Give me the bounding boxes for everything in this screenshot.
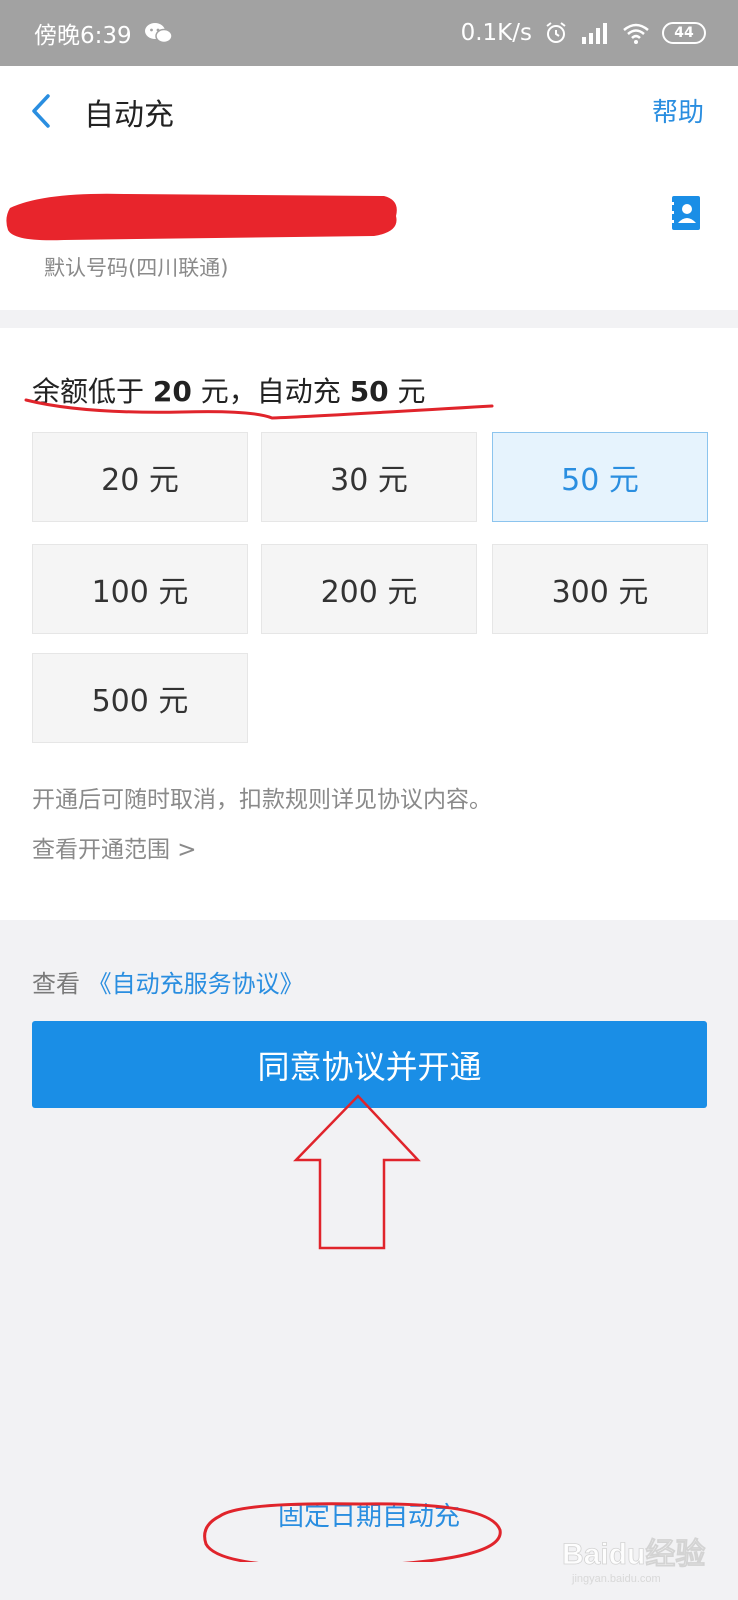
back-arrow-icon[interactable] — [26, 90, 60, 132]
agreement-prefix: 查看 — [32, 970, 88, 998]
wechat-icon — [144, 23, 173, 44]
amount-label: 50 元 — [561, 463, 639, 498]
amount-option-100[interactable]: 100 元 — [32, 544, 248, 634]
red-circle-annotation — [203, 1502, 502, 1562]
page-title: 自动充 — [84, 98, 174, 133]
red-underline-annotation — [24, 398, 494, 420]
redacted-phone-number — [6, 193, 397, 241]
cancel-note: 开通后可随时取消，扣款规则详见协议内容。 — [32, 787, 492, 813]
baidu-watermark: Baidu经验 jingyan.baidu.com — [562, 1537, 706, 1585]
amount-option-200[interactable]: 200 元 — [261, 544, 477, 634]
amount-label: 300 元 — [551, 575, 649, 610]
agreement-row: 查看 《自动充服务协议》 — [32, 964, 304, 999]
help-link[interactable]: 帮助 — [652, 92, 704, 129]
amount-label: 200 元 — [320, 575, 418, 610]
alarm-icon — [546, 22, 566, 43]
status-bar: 傍晚6:39 0.1K/s 44 — [0, 0, 738, 66]
view-scope-link[interactable]: 查看开通范围 > — [32, 830, 197, 864]
amount-option-500[interactable]: 500 元 — [32, 653, 248, 743]
amount-option-300[interactable]: 300 元 — [492, 544, 708, 634]
contacts-icon[interactable] — [670, 194, 702, 232]
amount-option-50[interactable]: 50 元 — [492, 432, 708, 522]
agreement-link[interactable]: 《自动充服务协议》 — [88, 970, 304, 998]
red-arrow-annotation — [293, 1094, 421, 1250]
amount-section: 余额低于 20 元，自动充 50 元 20 元 30 元 50 元 100 元 … — [0, 328, 738, 920]
amount-option-20[interactable]: 20 元 — [32, 432, 248, 522]
battery-icon: 44 — [662, 22, 706, 44]
carrier-label: 默认号码(四川联通) — [44, 256, 229, 280]
screen: 傍晚6:39 0.1K/s 44 自动充 帮助 默认号码(四川联通) 余额低于 … — [0, 0, 738, 1600]
svg-text:Baidu经验: Baidu经验 — [562, 1537, 705, 1571]
wifi-icon — [623, 23, 649, 44]
battery-level: 44 — [674, 25, 694, 41]
status-right: 0.1K/s 44 — [461, 20, 706, 46]
amount-label: 20 元 — [101, 463, 179, 498]
amount-label: 500 元 — [91, 684, 189, 719]
network-speed: 0.1K/s — [460, 20, 532, 46]
svg-text:jingyan.baidu.com: jingyan.baidu.com — [571, 1573, 661, 1585]
phone-section: 默认号码(四川联通) — [0, 156, 738, 310]
status-time: 傍晚6:39 — [34, 23, 132, 49]
amount-label: 30 元 — [330, 463, 408, 498]
amount-option-30[interactable]: 30 元 — [261, 432, 477, 522]
nav-bar: 自动充 帮助 — [0, 66, 738, 156]
signal-icon — [582, 23, 607, 44]
status-left: 傍晚6:39 — [34, 16, 174, 50]
amount-label: 100 元 — [91, 575, 189, 610]
